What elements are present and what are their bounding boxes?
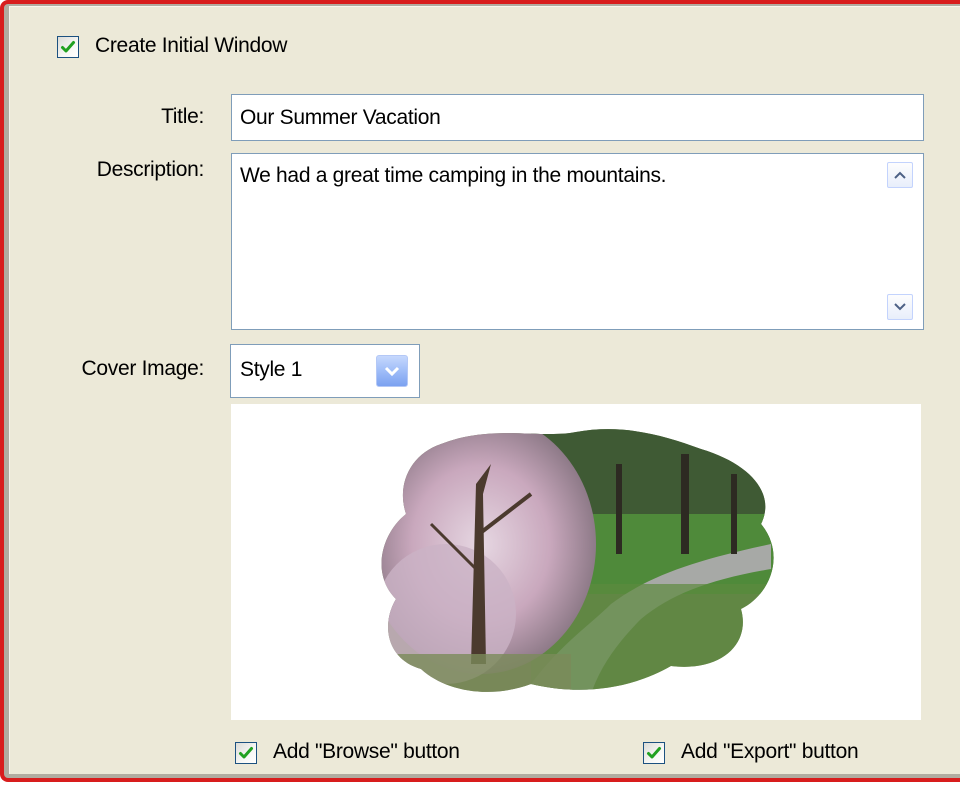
- bottom-strip: [0, 782, 960, 789]
- chevron-down-icon: [384, 366, 400, 377]
- browse-label[interactable]: Add "Browse" button: [273, 740, 460, 764]
- checkmark-icon: [239, 747, 253, 759]
- export-label[interactable]: Add "Export" button: [681, 740, 859, 764]
- title-label: Title:: [161, 105, 204, 128]
- export-checkbox[interactable]: [643, 742, 665, 764]
- scroll-up-button[interactable]: [887, 162, 913, 188]
- cover-style-select[interactable]: Style 1: [230, 344, 420, 398]
- description-value: We had a great time camping in the mount…: [240, 164, 667, 187]
- checkmark-icon: [61, 41, 75, 53]
- cover-image-label: Cover Image:: [81, 357, 205, 380]
- arrow-up-icon: [894, 171, 906, 179]
- description-textarea[interactable]: We had a great time camping in the mount…: [231, 153, 924, 330]
- create-window-checkbox[interactable]: [57, 36, 79, 58]
- description-label: Description:: [96, 158, 205, 181]
- title-input[interactable]: Our Summer Vacation: [231, 94, 924, 141]
- dropdown-button[interactable]: [376, 355, 408, 387]
- cover-photo: [381, 429, 774, 692]
- create-window-label[interactable]: Create Initial Window: [95, 34, 287, 58]
- scroll-down-button[interactable]: [887, 294, 913, 320]
- cover-image-preview: [231, 404, 921, 720]
- arrow-down-icon: [894, 303, 906, 311]
- checkmark-icon: [647, 747, 661, 759]
- title-value: Our Summer Vacation: [240, 106, 441, 129]
- browse-checkbox[interactable]: [235, 742, 257, 764]
- cover-style-value: Style 1: [240, 358, 303, 381]
